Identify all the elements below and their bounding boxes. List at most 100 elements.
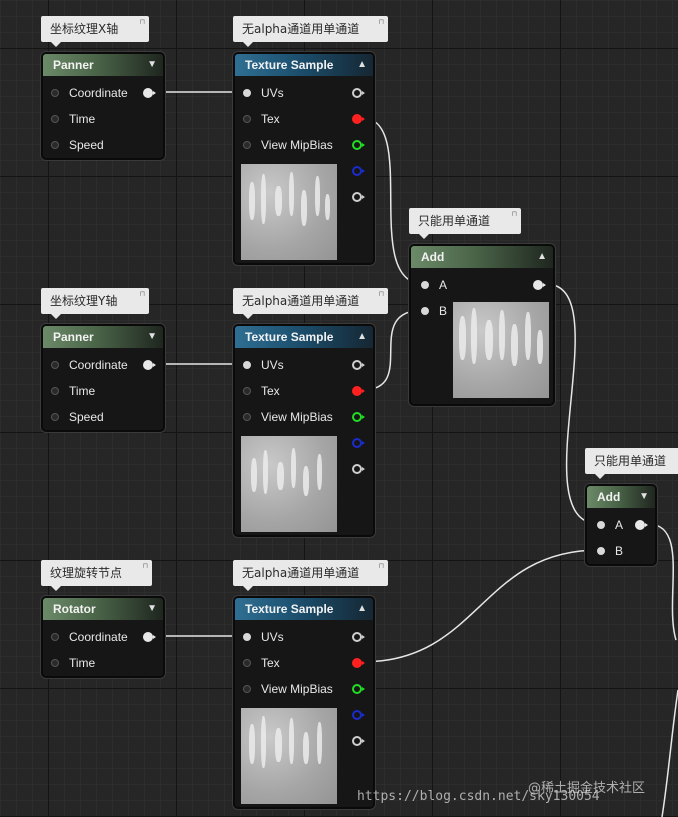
collapse-up-icon[interactable]: ▲ — [537, 246, 547, 268]
output-pin[interactable] — [143, 88, 156, 98]
coordinate-input-pin[interactable] — [51, 633, 59, 641]
alpha-output-pin[interactable] — [352, 736, 365, 746]
view-mipbias-input-pin[interactable] — [243, 141, 251, 149]
comment-texture-3[interactable]: 无alpha通道用单通道 ⊓ — [233, 560, 388, 591]
time-input-pin[interactable] — [51, 387, 59, 395]
coordinate-input-pin[interactable] — [51, 361, 59, 369]
comment-texture-1[interactable]: 无alpha通道用单通道 ⊓ — [233, 16, 388, 47]
pin-icon[interactable]: ⊓ — [143, 562, 148, 570]
rgb-output-pin[interactable] — [352, 88, 365, 98]
comment-text: 无alpha通道用单通道 — [242, 294, 360, 308]
green-output-pin[interactable] — [352, 140, 365, 150]
uvs-input-pin[interactable] — [243, 89, 251, 97]
time-label: Time — [69, 384, 96, 398]
comment-text: 只能用单通道 — [418, 214, 491, 228]
tex-input-pin[interactable] — [243, 387, 251, 395]
node-title: Texture Sample — [245, 330, 334, 344]
blue-output-pin[interactable] — [352, 710, 365, 720]
comment-panner-y[interactable]: 坐标纹理Y轴 ⊓ — [41, 288, 149, 319]
green-output-pin[interactable] — [352, 412, 365, 422]
coordinate-input-pin[interactable] — [51, 89, 59, 97]
time-input-pin[interactable] — [51, 659, 59, 667]
comment-rotator[interactable]: 纹理旋转节点 ⊓ — [41, 560, 152, 591]
green-output-pin[interactable] — [352, 684, 365, 694]
pin-icon[interactable]: ⊓ — [512, 210, 517, 218]
comment-text: 只能用单通道 — [594, 454, 667, 468]
output-pin[interactable] — [143, 360, 156, 370]
blue-output-pin[interactable] — [352, 166, 365, 176]
node-header[interactable]: Texture Sample ▲ — [235, 598, 373, 620]
add-node-2[interactable]: Add ▼ A B — [585, 484, 657, 566]
node-header[interactable]: Rotator ▼ — [43, 598, 163, 620]
output-pin[interactable] — [533, 280, 546, 290]
b-input-pin[interactable] — [597, 547, 605, 555]
panner-node-x[interactable]: Panner ▼ Coordinate Time Speed — [41, 52, 165, 160]
rotator-node[interactable]: Rotator ▼ Coordinate Time — [41, 596, 165, 678]
red-output-pin[interactable] — [352, 658, 365, 668]
red-output-pin[interactable] — [352, 114, 365, 124]
collapse-up-icon[interactable]: ▲ — [357, 326, 367, 348]
comment-add-1[interactable]: 只能用单通道 ⊓ — [409, 208, 521, 239]
time-input-pin[interactable] — [51, 115, 59, 123]
collapse-down-icon[interactable]: ▼ — [147, 598, 157, 620]
coordinate-label: Coordinate — [69, 630, 128, 644]
comment-text: 坐标纹理Y轴 — [50, 294, 118, 308]
blue-output-pin[interactable] — [352, 438, 365, 448]
pin-icon[interactable]: ⊓ — [140, 18, 145, 26]
b-input-pin[interactable] — [421, 307, 429, 315]
add-node-1[interactable]: Add ▲ A B — [409, 244, 555, 406]
view-mipbias-input-pin[interactable] — [243, 685, 251, 693]
node-header[interactable]: Add ▼ — [587, 486, 655, 508]
texture-sample-node-1[interactable]: Texture Sample ▲ UVs Tex View MipBias — [233, 52, 375, 265]
comment-text: 无alpha通道用单通道 — [242, 22, 360, 36]
uvs-label: UVs — [261, 630, 284, 644]
uvs-label: UVs — [261, 86, 284, 100]
collapse-down-icon[interactable]: ▼ — [147, 54, 157, 76]
texture-preview — [241, 164, 337, 260]
collapse-up-icon[interactable]: ▲ — [357, 54, 367, 76]
pin-icon[interactable]: ⊓ — [379, 562, 384, 570]
collapse-down-icon[interactable]: ▼ — [147, 326, 157, 348]
speed-input-pin[interactable] — [51, 141, 59, 149]
node-header[interactable]: Texture Sample ▲ — [235, 54, 373, 76]
comment-text: 无alpha通道用单通道 — [242, 566, 360, 580]
pin-icon[interactable]: ⊓ — [379, 18, 384, 26]
node-header[interactable]: Texture Sample ▲ — [235, 326, 373, 348]
uvs-input-pin[interactable] — [243, 361, 251, 369]
speed-label: Speed — [69, 410, 104, 424]
node-title: Add — [597, 490, 621, 504]
node-header[interactable]: Panner ▼ — [43, 326, 163, 348]
rgb-output-pin[interactable] — [352, 632, 365, 642]
output-pin[interactable] — [143, 632, 156, 642]
speed-label: Speed — [69, 138, 104, 152]
node-title: Panner — [53, 330, 94, 344]
texture-sample-node-3[interactable]: Texture Sample ▲ UVs Tex View MipBias — [233, 596, 375, 809]
alpha-output-pin[interactable] — [352, 464, 365, 474]
tex-input-pin[interactable] — [243, 115, 251, 123]
pin-icon[interactable]: ⊓ — [379, 290, 384, 298]
a-input-pin[interactable] — [597, 521, 605, 529]
time-label: Time — [69, 656, 96, 670]
view-mipbias-input-pin[interactable] — [243, 413, 251, 421]
comment-texture-2[interactable]: 无alpha通道用单通道 ⊓ — [233, 288, 388, 319]
node-header[interactable]: Add ▲ — [411, 246, 553, 268]
speed-input-pin[interactable] — [51, 413, 59, 421]
red-output-pin[interactable] — [352, 386, 365, 396]
b-label: B — [615, 544, 624, 558]
collapse-up-icon[interactable]: ▲ — [357, 598, 367, 620]
node-header[interactable]: Panner ▼ — [43, 54, 163, 76]
a-input-pin[interactable] — [421, 281, 429, 289]
alpha-output-pin[interactable] — [352, 192, 365, 202]
coordinate-label: Coordinate — [69, 358, 128, 372]
texture-sample-node-2[interactable]: Texture Sample ▲ UVs Tex View MipBias — [233, 324, 375, 537]
b-label: B — [439, 304, 448, 318]
rgb-output-pin[interactable] — [352, 360, 365, 370]
tex-input-pin[interactable] — [243, 659, 251, 667]
uvs-input-pin[interactable] — [243, 633, 251, 641]
panner-node-y[interactable]: Panner ▼ Coordinate Time Speed — [41, 324, 165, 432]
pin-icon[interactable]: ⊓ — [140, 290, 145, 298]
comment-panner-x[interactable]: 坐标纹理X轴 ⊓ — [41, 16, 149, 47]
output-pin[interactable] — [635, 520, 648, 530]
comment-add-2[interactable]: 只能用单通道 — [585, 448, 678, 479]
collapse-down-icon[interactable]: ▼ — [639, 486, 649, 508]
